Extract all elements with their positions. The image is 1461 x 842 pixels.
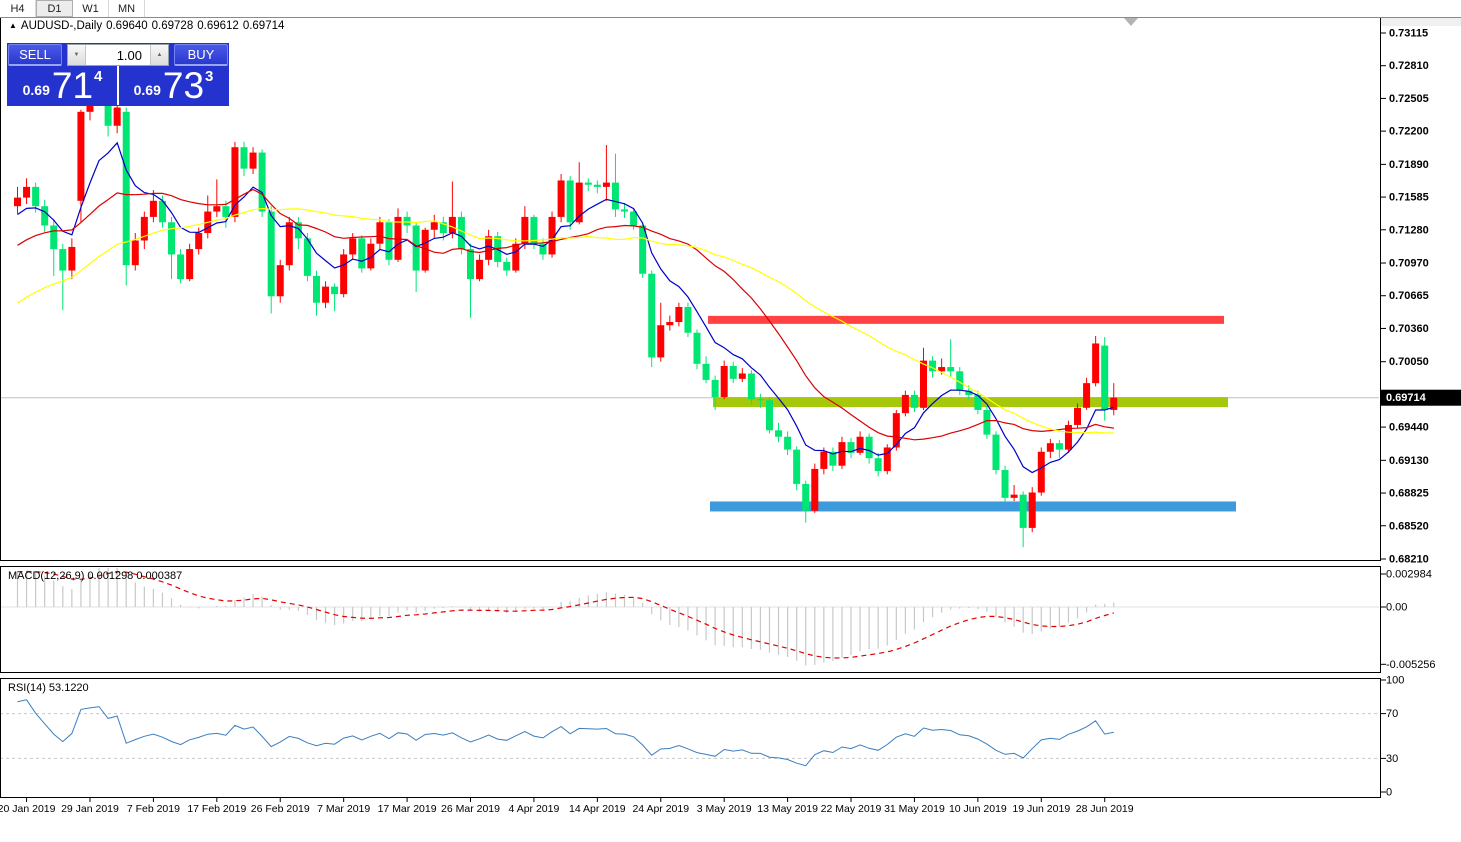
sell-price-big: 71 — [51, 65, 94, 106]
macd-name: MACD(12,26,9) — [8, 570, 85, 582]
svg-text:30: 30 — [1386, 753, 1398, 765]
ohlc-close: 0.69714 — [242, 20, 285, 32]
svg-text:0.72810: 0.72810 — [1389, 60, 1429, 72]
pane-frames — [0, 17, 1381, 798]
svg-text:17 Mar 2019: 17 Mar 2019 — [378, 803, 437, 815]
svg-text:0: 0 — [1386, 787, 1392, 799]
buy-button[interactable]: BUY — [174, 44, 228, 66]
svg-text:14 Apr 2019: 14 Apr 2019 — [569, 803, 626, 815]
sell-price-display[interactable]: 0.69 71 4 — [8, 66, 117, 105]
rsi-axis: 100 70 30 0 — [1381, 675, 1404, 799]
svg-text:31 May 2019: 31 May 2019 — [884, 803, 945, 815]
svg-text:70: 70 — [1386, 708, 1398, 720]
price-axis: 0.73115 0.72810 0.72505 0.72200 0.71890 0.715… — [1381, 28, 1429, 566]
macd-value-main: 0.001298 — [87, 570, 134, 582]
one-click-trade-panel: SELL ▼ ▲ BUY 0.69 71 4 0.69 73 3 — [8, 44, 228, 105]
svg-text:0.71280: 0.71280 — [1389, 224, 1429, 236]
timeframe-button-w1[interactable]: W1 — [73, 0, 109, 17]
svg-text:0.00: 0.00 — [1386, 602, 1407, 614]
svg-text:0.69440: 0.69440 — [1389, 422, 1429, 434]
buy-price-big: 73 — [162, 65, 205, 106]
sell-price-pip: 4 — [94, 68, 103, 85]
chart-canvas[interactable]: 0.73115 0.72810 0.72505 0.72200 0.71890 0.715… — [0, 0, 1461, 817]
svg-text:0.69130: 0.69130 — [1389, 455, 1429, 467]
svg-text:22 May 2019: 22 May 2019 — [821, 803, 882, 815]
svg-text:0.68520: 0.68520 — [1389, 520, 1429, 532]
svg-text:26 Mar 2019: 26 Mar 2019 — [441, 803, 500, 815]
ohlc-low: 0.69612 — [197, 20, 239, 32]
buy-price-pip: 3 — [205, 68, 214, 85]
svg-text:0.73115: 0.73115 — [1389, 28, 1428, 40]
svg-text:0.72200: 0.72200 — [1389, 126, 1429, 138]
volume-increase-icon[interactable]: ▲ — [150, 45, 168, 65]
svg-text:4 Apr 2019: 4 Apr 2019 — [509, 803, 560, 815]
macd-label: MACD(12,26,9) 0.001298 0.000387 — [8, 570, 185, 582]
rsi-value: 53.1220 — [48, 682, 89, 694]
svg-text:0.71890: 0.71890 — [1389, 159, 1429, 171]
svg-text:24 Apr 2019: 24 Apr 2019 — [632, 803, 689, 815]
svg-text:0.70050: 0.70050 — [1389, 356, 1429, 368]
svg-text:13 May 2019: 13 May 2019 — [757, 803, 818, 815]
ohlc-open: 0.69640 — [106, 20, 148, 32]
volume-input[interactable] — [86, 45, 150, 65]
svg-text:17 Feb 2019: 17 Feb 2019 — [187, 803, 246, 815]
collapse-icon[interactable]: ▲ — [9, 21, 17, 30]
svg-text:-0.005256: -0.005256 — [1386, 659, 1436, 671]
svg-text:26 Feb 2019: 26 Feb 2019 — [251, 803, 310, 815]
buy-price-display[interactable]: 0.69 73 3 — [119, 66, 228, 105]
svg-text:19 Jun 2019: 19 Jun 2019 — [1012, 803, 1070, 815]
svg-text:29 Jan 2019: 29 Jan 2019 — [61, 803, 119, 815]
volume-decrease-icon[interactable]: ▼ — [68, 45, 86, 65]
sell-button[interactable]: SELL — [8, 44, 62, 66]
svg-text:0.68210: 0.68210 — [1389, 554, 1429, 566]
timeframe-button-mn[interactable]: MN — [109, 0, 145, 17]
svg-text:28 Jun 2019: 28 Jun 2019 — [1076, 803, 1134, 815]
chart-title: ▲ AUDUSD-,Daily 0.69640 0.69728 0.69612 0.697… — [9, 20, 288, 32]
time-axis: 20 Jan 2019 29 Jan 2019 7 Feb 2019 17 Feb 2… — [0, 798, 1134, 815]
svg-text:0.70360: 0.70360 — [1389, 323, 1429, 335]
rsi-name: RSI(14) — [8, 682, 46, 694]
svg-text:0.002984: 0.002984 — [1386, 569, 1432, 581]
svg-text:0.70970: 0.70970 — [1389, 258, 1429, 270]
volume-stepper: ▼ ▲ — [67, 44, 169, 66]
svg-text:20 Jan 2019: 20 Jan 2019 — [0, 803, 56, 815]
svg-text:10 Jun 2019: 10 Jun 2019 — [949, 803, 1007, 815]
svg-text:0.72505: 0.72505 — [1389, 93, 1429, 105]
buy-price-prefix: 0.69 — [133, 82, 161, 98]
svg-text:0.70665: 0.70665 — [1389, 290, 1429, 302]
sell-price-prefix: 0.69 — [22, 82, 50, 98]
svg-text:7 Mar 2019: 7 Mar 2019 — [317, 803, 370, 815]
current-price-marker: 0.69714 — [1381, 389, 1461, 406]
svg-text:100: 100 — [1386, 675, 1404, 687]
macd-axis: 0.002984 0.00 -0.005256 — [1381, 569, 1436, 671]
ohlc-high: 0.69728 — [151, 20, 194, 32]
svg-text:7 Feb 2019: 7 Feb 2019 — [127, 803, 180, 815]
macd-value-signal: 0.000387 — [136, 570, 183, 582]
svg-text:0.69714: 0.69714 — [1386, 392, 1427, 404]
timeframe-toolbar: H4 D1 W1 MN — [0, 0, 1461, 18]
svg-text:3 May 2019: 3 May 2019 — [697, 803, 752, 815]
svg-text:0.68825: 0.68825 — [1389, 488, 1429, 500]
chart-symbol-label: AUDUSD-,Daily — [20, 20, 103, 32]
timeframe-button-d1[interactable]: D1 — [36, 0, 73, 17]
svg-text:0.71585: 0.71585 — [1389, 192, 1429, 204]
rsi-label: RSI(14) 53.1220 — [8, 682, 92, 694]
timeframe-button-h4[interactable]: H4 — [0, 0, 36, 17]
